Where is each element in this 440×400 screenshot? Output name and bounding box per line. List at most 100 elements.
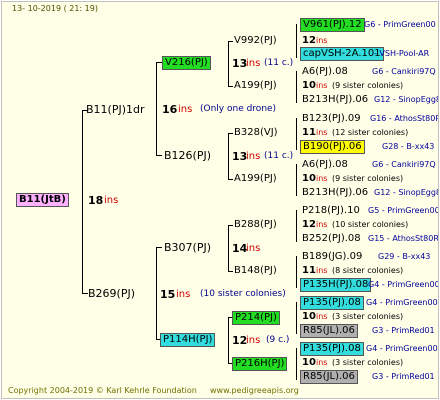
g5-top-info: G5 - PrimGreen00: [368, 206, 439, 215]
connector-line: [82, 110, 83, 293]
g5-top-bee[interactable]: P218(PJ).10: [302, 205, 360, 217]
b288-bee-name[interactable]: B288(PJ): [234, 219, 277, 231]
g4-ins-count: 10: [302, 173, 316, 184]
g4-note: (9 sister colonies): [332, 174, 404, 183]
g2-top-info: G6 - Cankiri97Q: [372, 67, 436, 76]
b11-note: (Only one drone): [200, 104, 277, 114]
g8-bot-info: G3 - PrimRed01: [372, 372, 435, 381]
g8-bot-bee[interactable]: R85(JL).06: [300, 370, 358, 384]
a199a-bee-name[interactable]: A199(PJ): [234, 80, 277, 92]
v216-bee-name[interactable]: V216(PJ): [162, 56, 211, 70]
g4-ins-label: ins: [316, 174, 328, 183]
g5-bot-info: G15 - AthosSt80R: [368, 234, 439, 243]
a199b-bee-name[interactable]: A199(PJ): [234, 173, 277, 185]
connector-line: [296, 118, 297, 150]
g8-top-info: G4 - PrimGreen00: [366, 344, 438, 353]
connector-line: [296, 71, 297, 103]
g3-bot-info: G28 - B-xx43: [382, 142, 435, 151]
b126-ins-label: ins: [246, 151, 261, 162]
connector-line: [228, 133, 229, 179]
connector-line: [228, 41, 229, 86]
g6-note: (8 sister colonies): [332, 266, 404, 275]
g6-top-info: G29 - B-xx43: [378, 252, 431, 261]
g5-note: (10 sister colonies): [332, 220, 409, 229]
pedigree-chart: 13- 10-2019 ( 21: 19) B11(JtB) 18 ins B1…: [1, 1, 439, 399]
b269-ins-count: 15: [160, 288, 176, 301]
connector-line: [296, 348, 297, 380]
g1-bot-bee[interactable]: capVSH-2A.101: [300, 47, 384, 61]
g7-ins-count: 10: [302, 311, 316, 322]
connector-line: [156, 247, 162, 248]
p114h-bee-name[interactable]: P114H(PJ): [160, 333, 216, 347]
g7-ins-label: ins: [316, 312, 328, 321]
g1-bot-info: - VSH-Pool-AR: [374, 49, 430, 58]
g2-ins-count: 10: [302, 80, 316, 91]
g7-top-bee[interactable]: P135(PJ).08: [300, 296, 364, 310]
g2-ins-label: ins: [316, 81, 328, 90]
connector-line: [228, 271, 233, 272]
g3-bot-bee[interactable]: B190(PJ).06: [300, 140, 365, 154]
b269-ins-label: ins: [176, 289, 191, 300]
connector-line: [156, 247, 157, 339]
b269-note: (10 sister colonies): [200, 289, 286, 299]
connector-line: [228, 133, 233, 134]
g4-top-info: G6 - Cankiri97Q: [372, 160, 436, 169]
g4-bot-info: G12 - SinopEgg86R: [374, 188, 438, 197]
b11-ins-count: 16: [162, 103, 178, 116]
g2-bot-info: G12 - SinopEgg86R: [374, 95, 438, 104]
g1-top-info: G6 - PrimGreen00: [364, 20, 436, 29]
g8-top-bee[interactable]: P135(PJ).08: [300, 342, 364, 356]
g4-top-bee[interactable]: A6(PJ).08: [302, 159, 348, 171]
connector-line: [296, 24, 297, 58]
p214-bee-name[interactable]: P214(PJ): [232, 311, 280, 325]
g6-ins-count: 11: [302, 265, 316, 276]
b307-bee-name[interactable]: B307(PJ): [164, 241, 211, 254]
root-ins-count: 18: [88, 194, 104, 207]
timestamp: 13- 10-2019 ( 21: 19): [12, 4, 98, 13]
b11-ins-label: ins: [178, 104, 193, 115]
g4-bot-bee[interactable]: B213H(PJ).06: [302, 187, 368, 199]
connector-line: [296, 256, 297, 288]
g3-ins-count: 11: [302, 127, 316, 138]
connector-line: [228, 41, 233, 42]
g7-bot-info: G3 - PrimRed01: [372, 326, 435, 335]
g3-top-info: G16 - AthosSt80R: [370, 114, 439, 123]
g8-ins-label: ins: [316, 358, 328, 367]
root-ins-label: ins: [104, 195, 119, 206]
g6-bot-info: G4 - PrimGreen00: [368, 280, 439, 289]
connector-line: [228, 225, 229, 271]
g2-bot-bee[interactable]: B213H(PJ).06: [302, 94, 368, 106]
v992-bee-name[interactable]: V992(PJ): [234, 35, 277, 47]
g5-bot-bee[interactable]: B252(PJ).08: [302, 233, 361, 245]
connector-line: [228, 317, 229, 363]
b126-bee-name[interactable]: B126(PJ): [164, 149, 211, 162]
root-bee-name[interactable]: B11(JtB): [16, 193, 69, 207]
g1-ins-label: ins: [316, 36, 328, 45]
b269-bee-name[interactable]: B269(PJ): [88, 287, 135, 300]
g3-top-bee[interactable]: B123(PJ).09: [302, 113, 361, 125]
b307-ins-label: ins: [246, 243, 261, 254]
b148-bee-name[interactable]: B148(PJ): [234, 265, 277, 277]
b328-bee-name[interactable]: B328(VJ): [234, 127, 278, 139]
site-link[interactable]: www.pedigreeapis.org: [210, 386, 299, 396]
g3-note: (12 sister colonies): [332, 128, 409, 137]
b126-note: (11 c.): [264, 151, 294, 161]
g1-top-bee[interactable]: V961(PJ).12: [300, 18, 365, 32]
g7-bot-bee[interactable]: R85(JL).06: [300, 324, 358, 338]
g2-top-bee[interactable]: A6(PJ).08: [302, 66, 348, 78]
g6-ins-label: ins: [316, 266, 328, 275]
g7-top-info: G4 - PrimGreen00: [366, 298, 438, 307]
g6-bot-bee[interactable]: P135H(PJ).08: [300, 278, 372, 292]
b11-bee-name[interactable]: B11(PJ)1dr: [86, 103, 145, 116]
connector-line: [228, 225, 233, 226]
p114h-ins-label: ins: [246, 335, 261, 346]
p216h-bee-name[interactable]: P216H(PJ): [232, 357, 288, 371]
g6-top-bee[interactable]: B189(JG).09: [302, 251, 362, 263]
g7-note: (3 sister colonies): [332, 312, 404, 321]
copyright-text: Copyright 2004-2019 © Karl Kehrle Founda…: [8, 386, 197, 395]
connector-line: [296, 302, 297, 334]
g5-ins-count: 12: [302, 219, 316, 230]
g8-ins-count: 10: [302, 357, 316, 368]
connector-line: [228, 179, 233, 180]
g2-note: (9 sister colonies): [332, 81, 404, 90]
